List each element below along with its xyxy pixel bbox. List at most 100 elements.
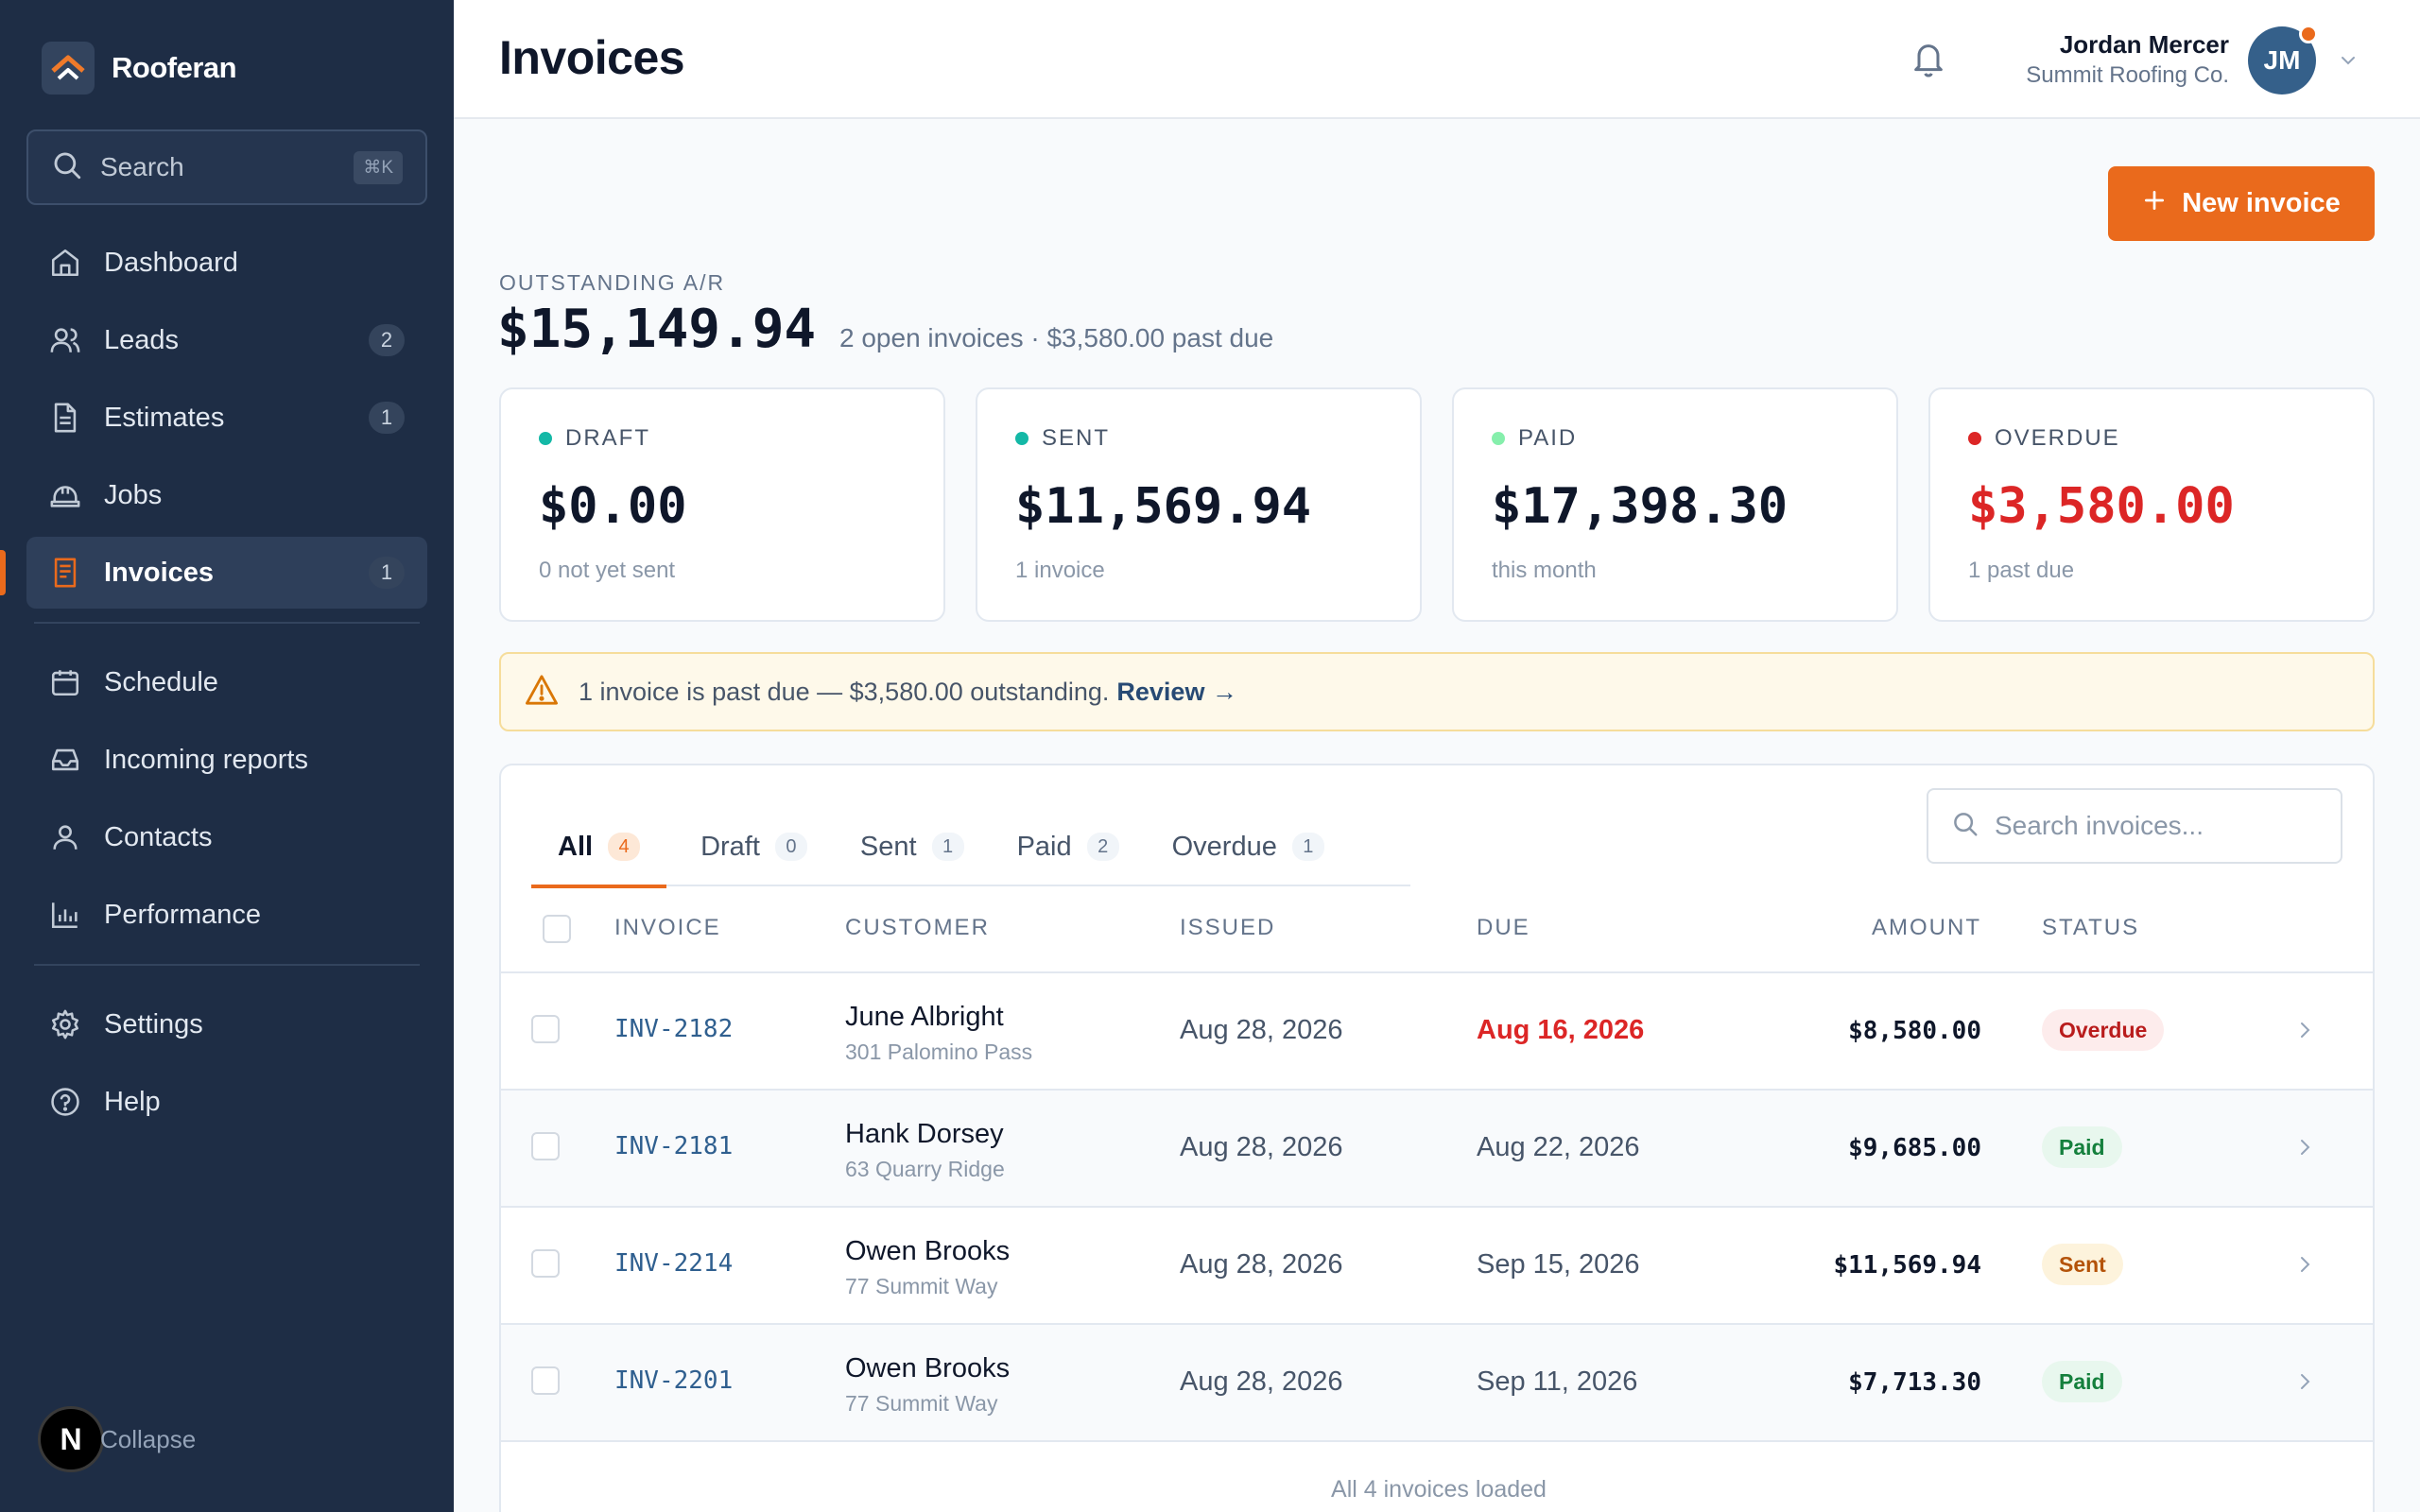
- search-shortcut: ⌘K: [354, 150, 403, 184]
- status-badge: Paid: [2042, 1126, 2122, 1168]
- ar-summary: 2 open invoices · $3,580.00 past due: [839, 323, 1274, 352]
- due-date: Sep 15, 2026: [1477, 1249, 1640, 1280]
- warning-icon: [524, 674, 560, 711]
- calendar-icon: [47, 664, 83, 700]
- bell-icon[interactable]: [1910, 38, 1947, 84]
- home-icon: [47, 245, 83, 281]
- tab-label: Overdue: [1171, 831, 1277, 862]
- row-checkbox[interactable]: [531, 1366, 560, 1395]
- inbox-icon: [47, 742, 83, 778]
- sidebar-item-help[interactable]: Help: [26, 1066, 427, 1138]
- collapse-button[interactable]: N Collapse: [38, 1406, 196, 1472]
- tab-count: 4: [608, 833, 641, 861]
- count-badge: 2: [369, 324, 405, 356]
- row-checkbox[interactable]: [531, 1015, 560, 1043]
- chevron-right-icon[interactable]: [2293, 1136, 2316, 1163]
- card-label: PAID: [1492, 425, 1577, 452]
- document-icon: [47, 400, 83, 436]
- row-checkbox[interactable]: [531, 1132, 560, 1160]
- chevron-down-icon[interactable]: [2337, 49, 2360, 77]
- plus-icon: [2142, 188, 2167, 220]
- sidebar-item-performance[interactable]: Performance: [26, 879, 427, 951]
- tab-label: Paid: [1016, 831, 1072, 862]
- notification-dot: [2299, 25, 2318, 43]
- invoice-search-input[interactable]: [1995, 811, 2335, 841]
- column-header-invoice[interactable]: INVOICE: [614, 915, 721, 941]
- invoice-number[interactable]: INV-2201: [614, 1366, 733, 1395]
- card-value: $17,398.30: [1492, 478, 1789, 535]
- brand-name: Rooferan: [112, 51, 237, 84]
- status-dot: [1968, 432, 1981, 445]
- select-all-checkbox[interactable]: [543, 915, 571, 943]
- invoice-number[interactable]: INV-2182: [614, 1015, 733, 1043]
- status-dot: [539, 432, 552, 445]
- column-header-amount[interactable]: AMOUNT: [1872, 915, 1981, 941]
- tab-overdue[interactable]: Overdue 1: [1146, 807, 1351, 886]
- table-row[interactable]: INV-2201 Owen Brooks 77 Summit Way Aug 2…: [501, 1325, 2373, 1442]
- new-invoice-button[interactable]: New invoice: [2108, 166, 2375, 241]
- stat-card-overdue[interactable]: OVERDUE $3,580.00 1 past due: [1928, 387, 2375, 622]
- table-row[interactable]: INV-2181 Hank Dorsey 63 Quarry Ridge Aug…: [501, 1091, 2373, 1208]
- tab-draft[interactable]: Draft 0: [674, 807, 834, 886]
- nav-divider: [34, 964, 420, 966]
- customer-name: Owen Brooks: [845, 1353, 1011, 1383]
- sidebar-item-label: Contacts: [104, 821, 213, 852]
- column-header-due[interactable]: DUE: [1477, 915, 1530, 941]
- sidebar-item-incoming-reports[interactable]: Incoming reports: [26, 724, 427, 796]
- sidebar-item-schedule[interactable]: Schedule: [26, 646, 427, 718]
- chevron-right-icon[interactable]: [2293, 1253, 2316, 1280]
- sidebar-item-settings[interactable]: Settings: [26, 988, 427, 1060]
- users-icon: [47, 322, 83, 358]
- nav-primary: Dashboard Leads 2 Estimates 1 Jobs Invoi…: [0, 227, 427, 1143]
- new-invoice-label: New invoice: [2182, 188, 2341, 218]
- column-header-issued[interactable]: ISSUED: [1180, 915, 1275, 941]
- count-badge: 1: [369, 402, 405, 434]
- tab-paid[interactable]: Paid 2: [991, 807, 1146, 886]
- receipt-icon: [47, 555, 83, 591]
- amount: $11,569.94: [1833, 1251, 1981, 1280]
- sidebar-item-label: Dashboard: [104, 247, 238, 278]
- search-icon: [1951, 810, 1979, 843]
- amount: $8,580.00: [1848, 1017, 1981, 1045]
- stat-card-sent[interactable]: SENT $11,569.94 1 invoice: [976, 387, 1422, 622]
- issued-date: Aug 28, 2026: [1180, 1015, 1343, 1045]
- bar-chart-icon: [47, 897, 83, 933]
- sidebar-item-label: Help: [104, 1086, 161, 1117]
- sidebar-search[interactable]: Search ⌘K: [26, 129, 427, 205]
- sidebar-item-dashboard[interactable]: Dashboard: [26, 227, 427, 299]
- sidebar-item-label: Incoming reports: [104, 744, 308, 775]
- invoice-search[interactable]: [1927, 788, 2342, 864]
- table-row[interactable]: INV-2214 Owen Brooks 77 Summit Way Aug 2…: [501, 1208, 2373, 1325]
- chevron-right-icon[interactable]: [2293, 1370, 2316, 1398]
- card-label-text: DRAFT: [565, 425, 650, 451]
- sidebar-item-estimates[interactable]: Estimates 1: [26, 382, 427, 454]
- table-row[interactable]: INV-2182 June Albright 301 Palomino Pass…: [501, 973, 2373, 1091]
- sidebar-item-leads[interactable]: Leads 2: [26, 304, 427, 376]
- alert-message: 1 invoice is past due — $3,580.00 outsta…: [579, 677, 1110, 706]
- review-link[interactable]: Review →: [1116, 678, 1237, 707]
- tab-all[interactable]: All 4: [531, 807, 667, 888]
- status-dot: [1492, 432, 1505, 445]
- chevron-right-icon[interactable]: [2293, 1019, 2316, 1046]
- stat-card-paid[interactable]: PAID $17,398.30 this month: [1452, 387, 1898, 622]
- tab-sent[interactable]: Sent 1: [834, 807, 991, 886]
- invoice-number[interactable]: INV-2214: [614, 1249, 733, 1278]
- topbar: Invoices Jordan Mercer Summit Roofing Co…: [454, 0, 2420, 119]
- column-header-status[interactable]: STATUS: [2042, 915, 2139, 941]
- invoice-number[interactable]: INV-2181: [614, 1132, 733, 1160]
- brand[interactable]: Rooferan: [42, 42, 237, 94]
- column-header-customer[interactable]: CUSTOMER: [845, 915, 990, 941]
- sidebar-item-jobs[interactable]: Jobs: [26, 459, 427, 531]
- sidebar-search-label: Search: [100, 152, 184, 181]
- tab-count: 1: [931, 833, 964, 861]
- sidebar-item-invoices[interactable]: Invoices 1: [0, 537, 427, 609]
- sidebar-item-contacts[interactable]: Contacts: [26, 801, 427, 873]
- status-badge: Overdue: [2042, 1009, 2165, 1051]
- due-date: Aug 22, 2026: [1477, 1132, 1640, 1162]
- status-badge: Sent: [2042, 1244, 2123, 1285]
- table-footer-note: All 4 invoices loaded: [1331, 1476, 1547, 1503]
- card-label: SENT: [1015, 425, 1110, 452]
- row-checkbox[interactable]: [531, 1249, 560, 1278]
- stat-card-draft[interactable]: DRAFT $0.00 0 not yet sent: [499, 387, 945, 622]
- gear-icon: [47, 1006, 83, 1042]
